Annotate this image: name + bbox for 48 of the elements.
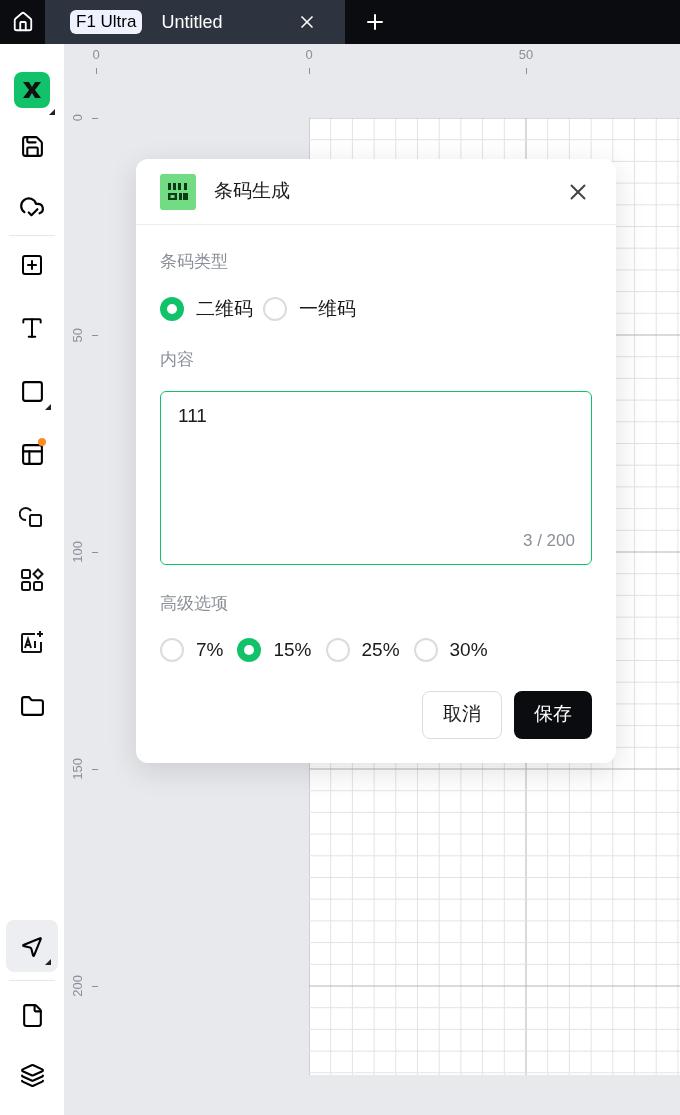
radio-button[interactable] — [413, 638, 438, 663]
layout-icon — [19, 441, 45, 467]
barcode-icon — [160, 173, 196, 210]
layers-icon — [19, 1062, 45, 1088]
ruler-label: 50 — [69, 327, 86, 343]
ruler-label: 150 — [69, 758, 86, 780]
ruler-label: 100 — [69, 541, 86, 563]
ruler-label: 200 — [69, 975, 86, 997]
folder-icon — [19, 693, 45, 719]
radio-button[interactable] — [263, 296, 287, 321]
radio-button[interactable] — [325, 638, 350, 663]
plus-square-icon — [20, 253, 44, 277]
ai-sparkle-icon — [19, 630, 45, 656]
pointer-tool[interactable] — [6, 920, 58, 972]
radio-label: 15% — [273, 638, 312, 662]
ruler-label: 50 — [518, 46, 534, 64]
tab-badge: F1 Ultra — [70, 10, 143, 34]
corner-triangle-icon — [45, 404, 51, 410]
text-icon — [19, 315, 45, 341]
radio-label: 25% — [361, 638, 400, 662]
text-area-value: 111 — [178, 404, 207, 426]
dialog-title: 条码生成 — [214, 179, 291, 204]
content-text-area[interactable]: 111 3 / 200 — [160, 390, 592, 565]
shapes-icon — [19, 504, 45, 530]
radio-button[interactable] — [160, 296, 184, 321]
radio-label: 一维码 — [299, 296, 356, 321]
ruler-label: 0 — [305, 46, 313, 64]
radio-button[interactable] — [160, 638, 184, 663]
corner-triangle-icon — [49, 109, 55, 115]
radio-button[interactable] — [237, 638, 262, 663]
cancel-button[interactable]: 取消 — [422, 690, 502, 739]
ruler-label: 0 — [92, 46, 100, 64]
apps-icon — [20, 568, 44, 592]
character-counter: 3 / 200 — [523, 530, 575, 552]
square-icon — [19, 378, 45, 404]
field-label: 高级选项 — [160, 592, 229, 615]
tab[interactable]: F1 Ultra Untitled — [45, 0, 345, 44]
field-label: 内容 — [160, 349, 195, 371]
tab-title: Untitled — [161, 10, 224, 34]
corner-triangle-icon — [45, 959, 51, 965]
ruler-label: 0 — [69, 114, 86, 122]
logo-icon[interactable] — [14, 72, 50, 108]
radio-label: 7% — [196, 638, 224, 662]
home-icon — [11, 11, 34, 33]
radio-label: 二维码 — [196, 296, 253, 321]
save-button[interactable]: 保存 — [514, 690, 592, 739]
field-label: 条码类型 — [160, 251, 229, 273]
radio-label: 30% — [449, 638, 488, 662]
